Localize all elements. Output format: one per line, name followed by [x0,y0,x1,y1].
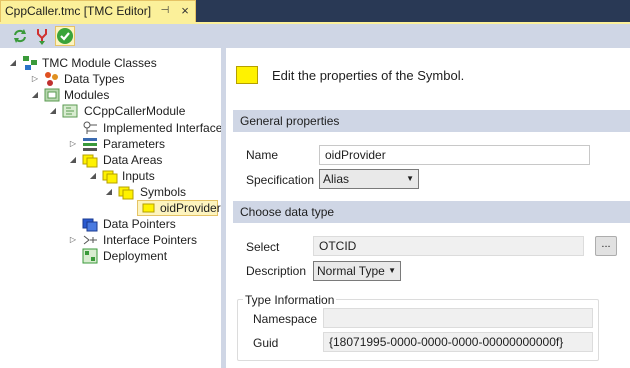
tree-item-label: Deployment [103,249,168,263]
collapse-arrow-icon[interactable]: ◢ [104,184,114,200]
data-pointers-icon [82,216,98,232]
tree-item-label: Data Types [64,72,125,86]
tree-item-oidprovider[interactable]: oidProvider [137,200,221,216]
pin-icon[interactable]: ⊣ [159,5,171,17]
description-select[interactable]: Normal Type ▼ [313,261,401,281]
browse-button[interactable]: ... [595,236,617,256]
tree-item-label: Data Pointers [103,217,176,231]
symbol-icon [141,200,157,216]
merge-button[interactable] [32,26,52,46]
section-title: General properties [240,114,340,128]
symbol-icon [236,66,258,84]
tree-item-label: Modules [64,88,110,102]
tree-item-label: Data Areas [103,153,163,167]
specification-value: Alias [323,172,350,186]
section-title: Choose data type [240,205,335,219]
collapse-arrow-icon[interactable]: ◢ [8,55,18,71]
chevron-down-icon: ▼ [406,174,414,183]
guid-field[interactable]: {18071995-0000-0000-0000-00000000000f} [323,332,593,352]
modules-icon [44,87,60,103]
namespace-field[interactable] [323,308,593,328]
select-label: Select [246,240,280,254]
expand-arrow-icon[interactable]: ▷ [30,71,40,87]
tree-item-label: Implemented Interfaces [103,121,229,135]
deployment-icon [82,248,98,264]
collapse-arrow-icon[interactable]: ◢ [88,168,98,184]
module-tree[interactable]: ◢ TMC Module Classes ▷ Data Types ◢ Modu… [0,48,228,368]
section-general-properties: General properties [233,110,630,132]
description-label: Description [246,264,307,278]
tree-item-label: oidProvider [160,201,221,215]
tmc-classes-icon [22,55,38,71]
data-types-icon [44,71,60,87]
specification-select[interactable]: Alias ▼ [319,169,419,189]
tree-item-label: Parameters [103,137,166,151]
refresh-button[interactable] [10,26,30,46]
collapse-arrow-icon[interactable]: ◢ [68,152,78,168]
chevron-down-icon: ▼ [388,266,396,275]
namespace-label: Namespace [253,312,318,326]
check-icon [57,28,73,44]
guid-label: Guid [253,336,279,350]
interfaces-icon [82,120,98,136]
name-field[interactable]: oidProvider [319,145,590,165]
tree-item-label: CCppCallerModule [84,104,186,118]
group-title: Type Information [243,293,337,307]
folder-icon [102,168,118,184]
tree-item-label: Symbols [140,185,187,199]
name-label: Name [246,148,279,162]
section-choose-data-type: Choose data type [233,201,630,223]
editor-tab[interactable]: CppCaller.tmc [TMC Editor] ⊣ × [0,0,196,22]
expand-arrow-icon[interactable]: ▷ [68,232,78,248]
expand-arrow-icon[interactable]: ▷ [68,136,78,152]
module-icon [62,103,78,119]
panel-header: Edit the properties of the Symbol. [272,68,465,83]
check-button[interactable] [55,26,75,46]
description-value: Normal Type [317,264,385,278]
tree-item-label: TMC Module Classes [42,56,157,70]
toolbar [0,24,630,48]
folder-icon [118,184,134,200]
refresh-icon [14,29,26,43]
specification-label: Specification [246,173,315,187]
close-icon[interactable]: × [179,4,191,18]
interface-pointers-icon [82,232,98,248]
tree-item-label: Inputs [122,169,155,183]
collapse-arrow-icon[interactable]: ◢ [30,87,40,103]
merge-icon [37,29,47,45]
parameters-icon [82,136,98,152]
collapse-arrow-icon[interactable]: ◢ [48,103,58,119]
tab-title: CppCaller.tmc [TMC Editor] [5,4,152,18]
folder-icon [82,152,98,168]
tree-item-label: Interface Pointers [103,233,198,247]
datatype-field[interactable]: OTCID [313,236,584,256]
